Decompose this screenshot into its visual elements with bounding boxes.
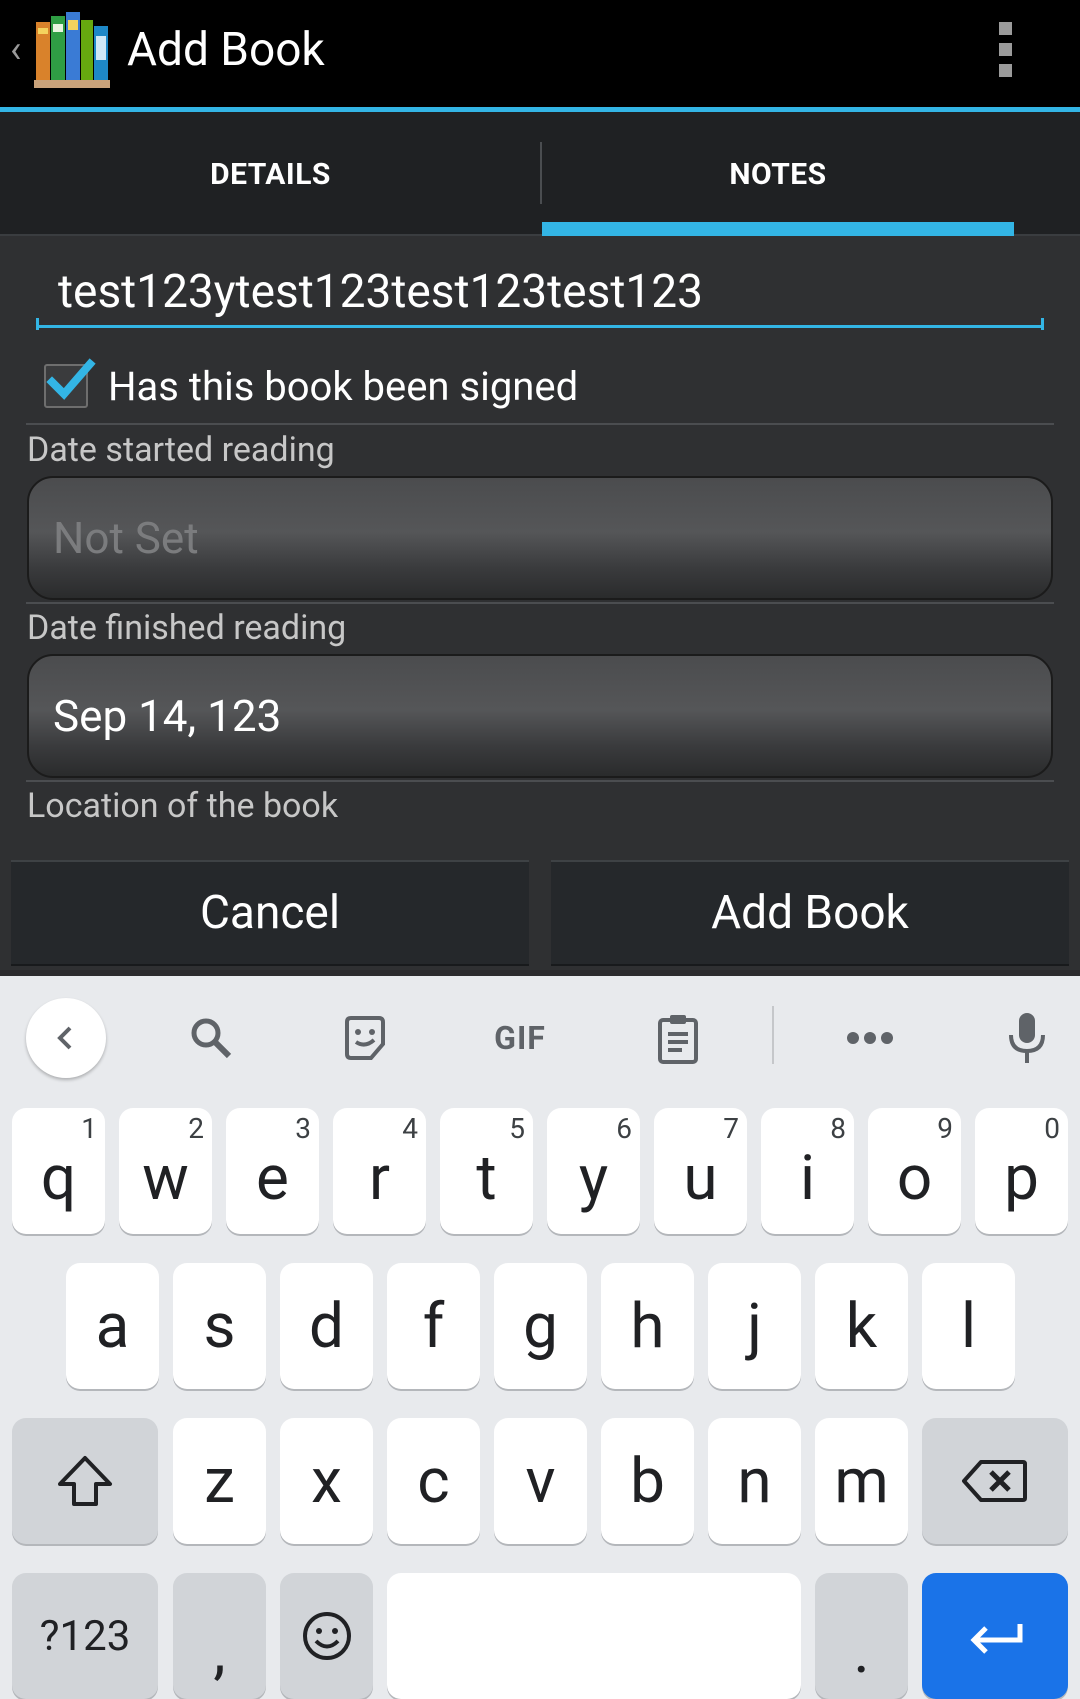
more-horiz-icon[interactable] (830, 998, 910, 1078)
comma-key[interactable]: , (173, 1573, 266, 1699)
tab-bar: DETAILS NOTES (0, 112, 1080, 236)
clipboard-icon[interactable] (638, 998, 718, 1078)
enter-icon (970, 1624, 1023, 1654)
key-n[interactable]: n (708, 1418, 801, 1544)
space-key[interactable] (387, 1573, 801, 1699)
signed-checkbox-label: Has this book been signed (108, 362, 579, 410)
sticker-icon[interactable] (325, 998, 405, 1078)
key-h[interactable]: h (601, 1263, 694, 1389)
cancel-button[interactable]: Cancel (11, 860, 529, 966)
key-i[interactable]: 8i (761, 1108, 854, 1234)
overflow-menu-icon[interactable] (995, 22, 1017, 78)
notes-input[interactable] (36, 258, 1044, 328)
key-o[interactable]: 9o (868, 1108, 961, 1234)
key-v[interactable]: v (494, 1418, 587, 1544)
signed-checkbox-row[interactable]: Has this book been signed (44, 356, 1054, 416)
key-g[interactable]: g (494, 1263, 587, 1389)
key-p[interactable]: 0p (975, 1108, 1068, 1234)
key-y[interactable]: 6y (547, 1108, 640, 1234)
date-finished-label: Date finished reading (27, 608, 347, 648)
key-f[interactable]: f (387, 1263, 480, 1389)
input-edge (1041, 318, 1044, 330)
key-c[interactable]: c (387, 1418, 480, 1544)
checkmark-icon (46, 358, 96, 400)
key-e[interactable]: 3e (226, 1108, 319, 1234)
divider (26, 602, 1054, 604)
chevron-left-icon[interactable] (26, 998, 106, 1078)
divider (26, 423, 1054, 425)
soft-keyboard: GIF 1q 2w 3e 4r 5t 6y 7u 8i 9o 0p a s d … (0, 976, 1080, 1699)
tab-details[interactable]: DETAILS (0, 112, 541, 236)
gif-button[interactable]: GIF (480, 998, 560, 1078)
input-edge (36, 318, 39, 330)
key-r[interactable]: 4r (333, 1108, 426, 1234)
date-started-button[interactable]: Not Set (27, 476, 1053, 600)
signed-checkbox[interactable] (44, 358, 96, 408)
search-icon[interactable] (171, 998, 251, 1078)
app-bar: ‹ Add Book (0, 0, 1080, 107)
shift-icon (58, 1456, 112, 1506)
toolbar-divider (772, 1006, 774, 1064)
add-book-button[interactable]: Add Book (551, 860, 1069, 966)
keyboard-toolbar: GIF (0, 976, 1080, 1096)
key-k[interactable]: k (815, 1263, 908, 1389)
active-tab-indicator (542, 222, 1014, 236)
page-title: Add Book (127, 23, 325, 77)
key-z[interactable]: z (173, 1418, 266, 1544)
symbols-key[interactable]: ?123 (12, 1573, 158, 1699)
emoji-key[interactable] (280, 1573, 373, 1699)
key-b[interactable]: b (601, 1418, 694, 1544)
date-started-label: Date started reading (27, 430, 335, 470)
date-finished-button[interactable]: Sep 14, 123 (27, 654, 1053, 778)
tab-notes[interactable]: NOTES (542, 112, 1014, 236)
key-a[interactable]: a (66, 1263, 159, 1389)
key-d[interactable]: d (280, 1263, 373, 1389)
backspace-key[interactable] (922, 1418, 1068, 1544)
divider (26, 780, 1054, 782)
enter-key[interactable] (922, 1573, 1068, 1699)
backspace-icon (962, 1460, 1027, 1502)
emoji-icon (302, 1612, 351, 1660)
app-logo-icon[interactable] (34, 10, 110, 90)
period-key[interactable]: . (815, 1573, 908, 1699)
key-t[interactable]: 5t (440, 1108, 533, 1234)
key-s[interactable]: s (173, 1263, 266, 1389)
key-w[interactable]: 2w (119, 1108, 212, 1234)
mic-icon[interactable] (987, 998, 1067, 1078)
key-m[interactable]: m (815, 1418, 908, 1544)
location-label: Location of the book (27, 786, 339, 826)
shift-key[interactable] (12, 1418, 158, 1544)
back-chevron-icon[interactable]: ‹ (10, 30, 32, 70)
key-l[interactable]: l (922, 1263, 1015, 1389)
key-u[interactable]: 7u (654, 1108, 747, 1234)
key-j[interactable]: j (708, 1263, 801, 1389)
key-q[interactable]: 1q (12, 1108, 105, 1234)
key-x[interactable]: x (280, 1418, 373, 1544)
